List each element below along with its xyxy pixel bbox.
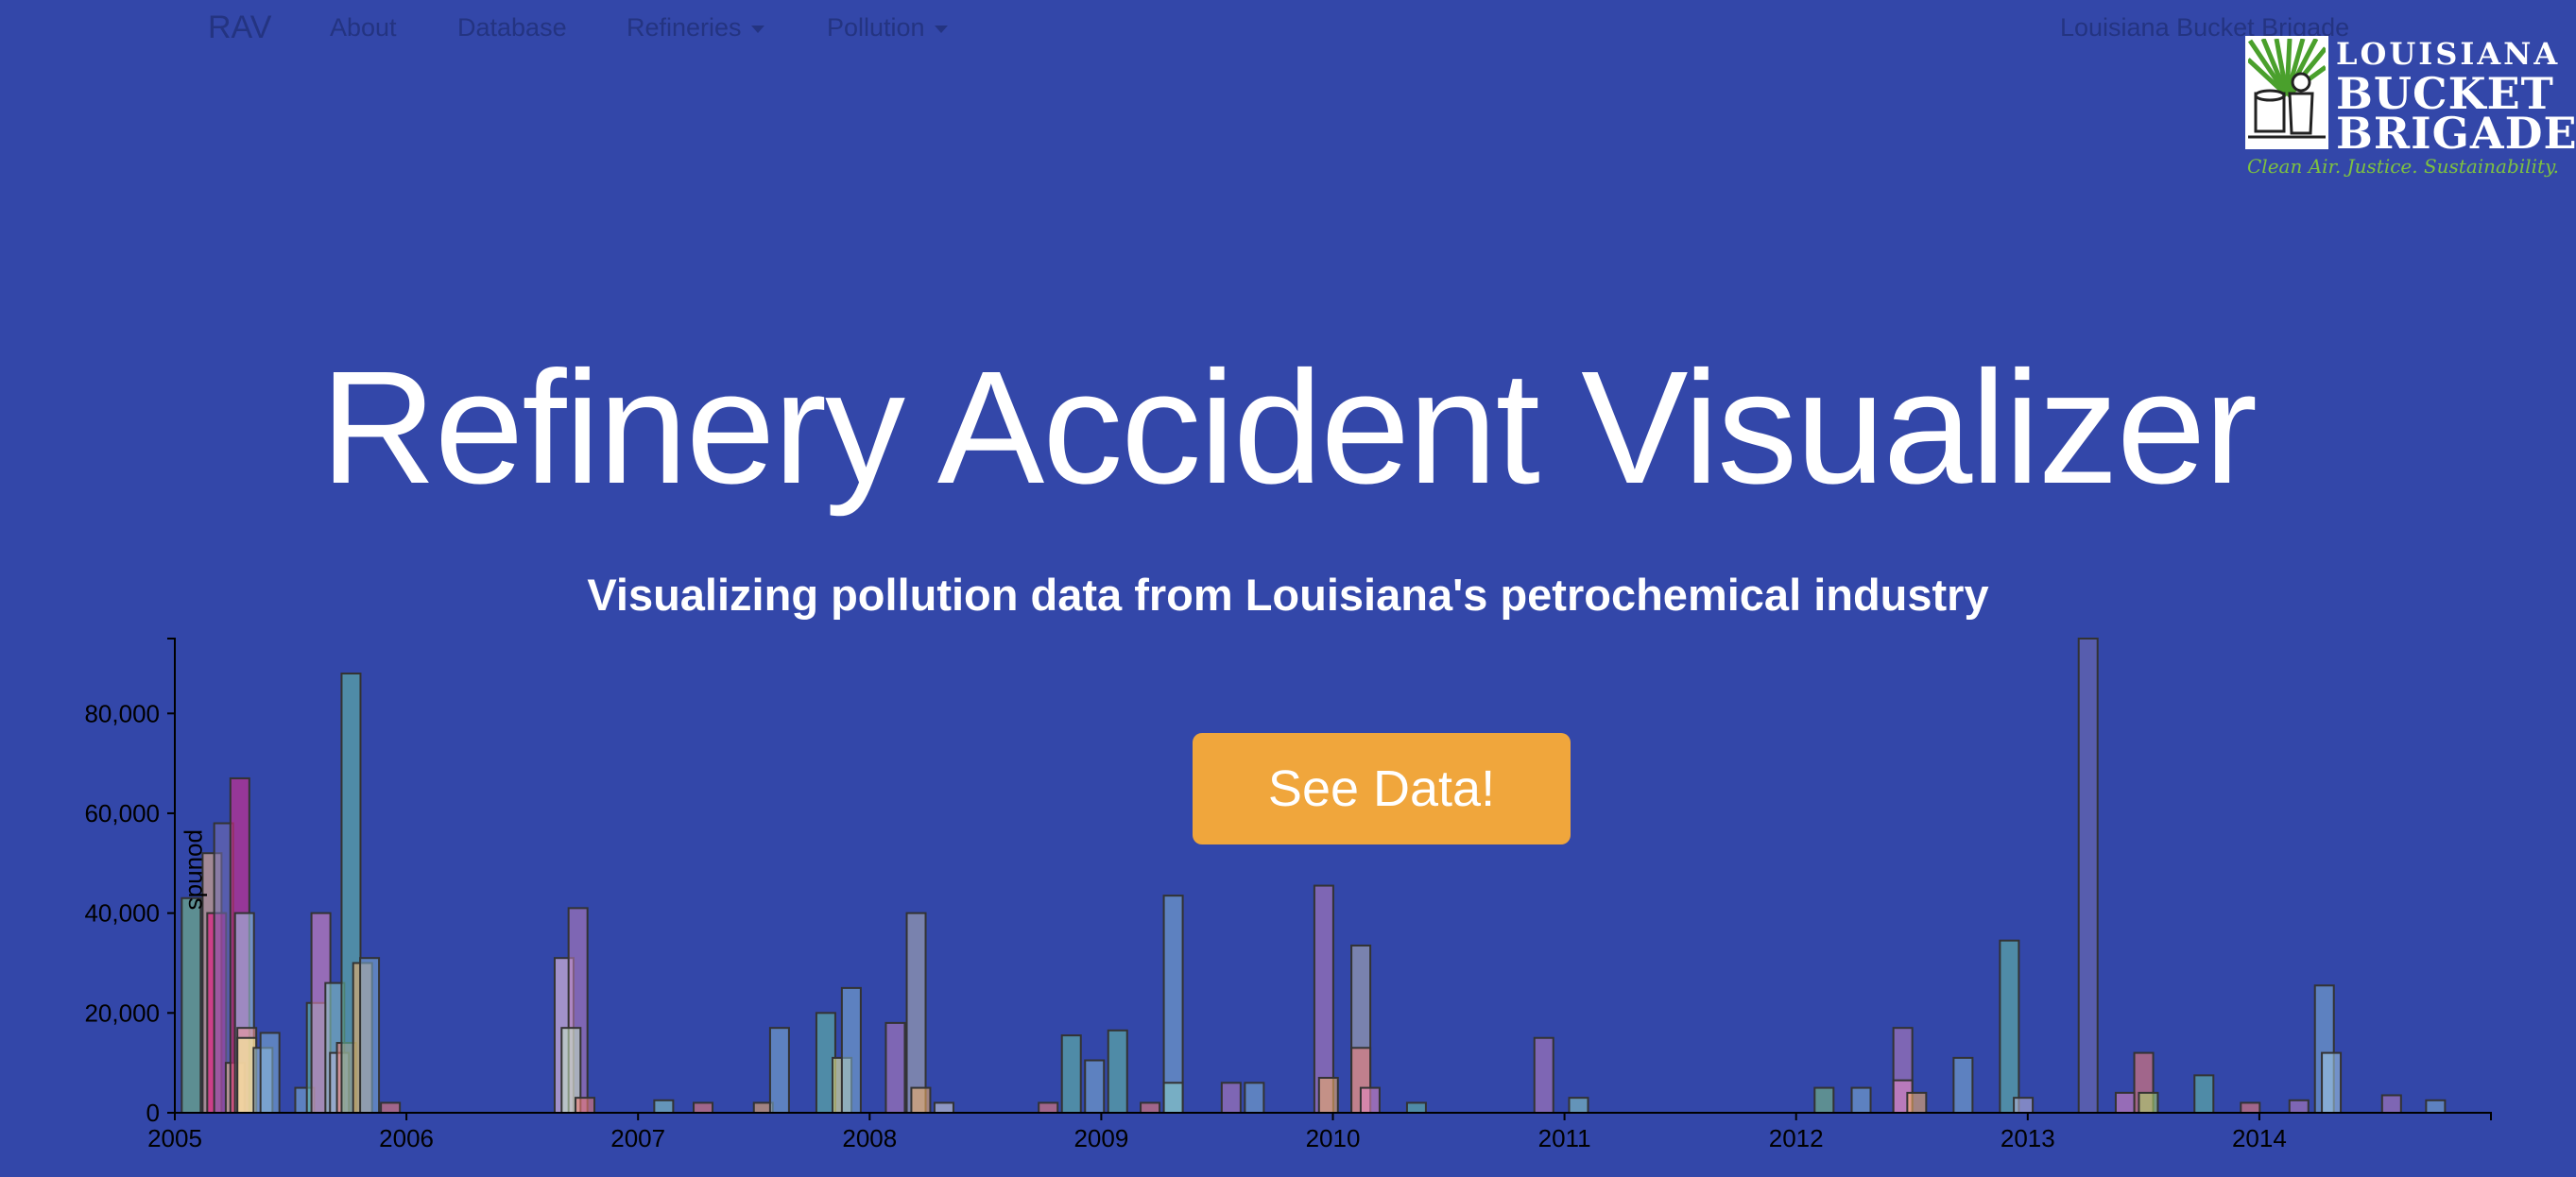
chart-bar: [693, 1101, 714, 1114]
y-tick-label: 80,000: [84, 699, 160, 727]
x-tick-label: 2011: [1538, 1124, 1591, 1152]
chart-bar: [840, 986, 862, 1115]
chart-bar: [1405, 1101, 1427, 1114]
x-tick-label: 2014: [2232, 1124, 2287, 1152]
chart-bar: [180, 896, 202, 1114]
chart-bar: [1220, 1082, 1242, 1114]
chart-bar: [2380, 1094, 2402, 1114]
chart-bar: [2138, 1091, 2159, 1115]
x-tick-label: 2005: [147, 1124, 202, 1152]
x-tick-label: 2012: [1769, 1124, 1824, 1152]
chart-bar: [1084, 1059, 1106, 1114]
y-axis-label: pounds: [183, 829, 212, 910]
chart-bar: [1906, 1091, 1928, 1115]
chart-bar: [1952, 1056, 1974, 1114]
chart-bar: [653, 1099, 675, 1114]
chart-bar: [259, 1032, 281, 1115]
chart-bar: [2425, 1099, 2447, 1114]
x-tick-label: 2009: [1073, 1124, 1128, 1152]
chart-bar: [380, 1101, 402, 1114]
chart-bar: [1850, 1086, 1872, 1115]
chart-bar: [933, 1101, 954, 1114]
x-tick-label: 2010: [1306, 1124, 1361, 1152]
chart-bar: [1359, 1086, 1381, 1115]
see-data-button[interactable]: See Data!: [1193, 733, 1571, 844]
chart-bar: [359, 957, 381, 1114]
chart-bar: [1813, 1086, 1835, 1115]
x-tick-label: 2008: [842, 1124, 897, 1152]
chart-bar: [2288, 1099, 2310, 1114]
chart-bar: [1317, 1077, 1339, 1114]
chart-bar: [910, 1086, 932, 1115]
chart-bar: [884, 1021, 906, 1114]
x-tick-label: 2013: [2001, 1124, 2055, 1152]
x-tick-label: 2006: [379, 1124, 434, 1152]
chart-bar: [2193, 1074, 2215, 1114]
y-axis-line: [167, 638, 176, 1114]
chart-bar: [1107, 1029, 1128, 1115]
y-tick-label: 60,000: [84, 799, 160, 827]
chart-bar: [768, 1027, 790, 1115]
page-title: Refinery Accident Visualizer: [320, 338, 2258, 518]
chart-bar: [905, 912, 927, 1115]
chart-bar: [1244, 1082, 1265, 1114]
page-subtitle: Visualizing pollution data from Louisian…: [587, 570, 1989, 620]
x-tick-label: 2007: [610, 1124, 665, 1152]
chart-bar: [1162, 1082, 1184, 1114]
y-tick-label: 20,000: [84, 998, 160, 1027]
chart-bar: [2321, 1051, 2343, 1115]
chart-bar: [1568, 1097, 1589, 1114]
chart-bar: [1060, 1034, 1082, 1114]
chart-bar: [1533, 1036, 1554, 1114]
chart-bar: [1999, 939, 2020, 1115]
chart-bar: [575, 1097, 596, 1114]
chart-bar: [2077, 638, 2099, 1114]
y-tick-label: 0: [146, 1099, 160, 1127]
chart-bar: [2240, 1101, 2261, 1114]
chart-bar: [1038, 1101, 1059, 1114]
chart-bar: [1162, 895, 1184, 1114]
chart-bar: [2114, 1091, 2136, 1115]
chart-bar: [2013, 1097, 2035, 1114]
y-tick-label: 40,000: [84, 899, 160, 928]
chart-bar: [1140, 1101, 1161, 1114]
